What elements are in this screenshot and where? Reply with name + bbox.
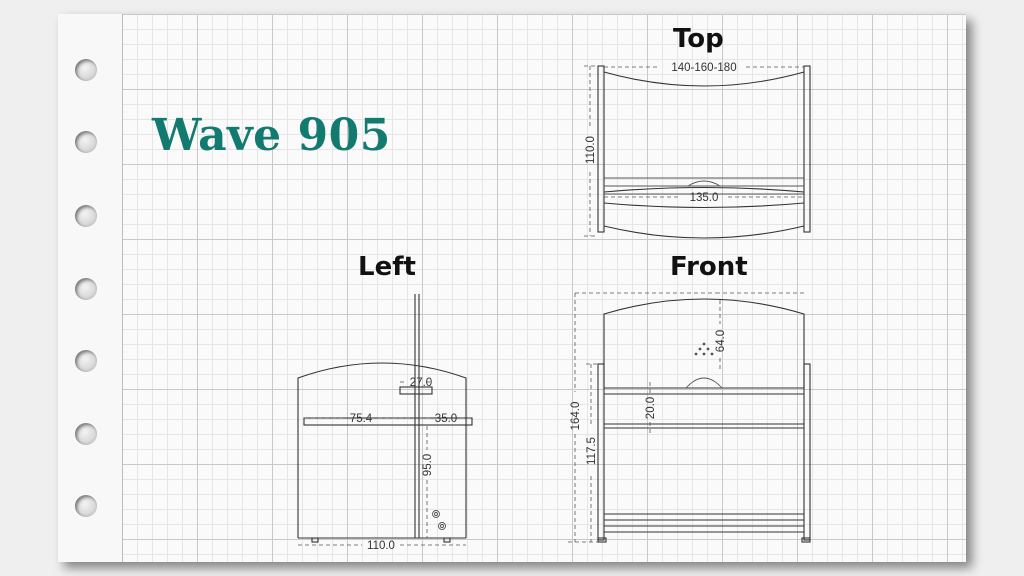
left-height-dimension: 95.0 — [422, 454, 434, 476]
front-rail-gap-dimension: 20.0 — [645, 397, 657, 419]
top-inner-width-dimension: 135.0 — [690, 192, 719, 204]
left-view-drawing: 27.0 75.4 35.0 95.0 110.0 — [297, 294, 473, 552]
front-headboard-dimension: 64.0 — [715, 330, 727, 352]
top-depth-dimension: 110.0 — [585, 136, 597, 164]
front-side-height-dimension: 117.5 — [586, 437, 598, 465]
left-arm-dimension: 27.0 — [410, 377, 432, 389]
front-view-drawing: 64.0 20.0 164.0 117.5 — [568, 292, 811, 543]
left-depth-dimension: 110.0 — [367, 540, 395, 552]
front-total-height-dimension: 164.0 — [570, 402, 582, 431]
technical-drawing: 140-160-180 110.0 135.0 27.0 75.4 35.0 9… — [297, 62, 811, 552]
top-view-drawing: 140-160-180 110.0 135.0 — [584, 62, 811, 239]
top-width-dimension: 140-160-180 — [671, 62, 736, 74]
left-front-offset-dimension: 35.0 — [435, 413, 457, 425]
left-back-offset-dimension: 75.4 — [350, 413, 373, 425]
